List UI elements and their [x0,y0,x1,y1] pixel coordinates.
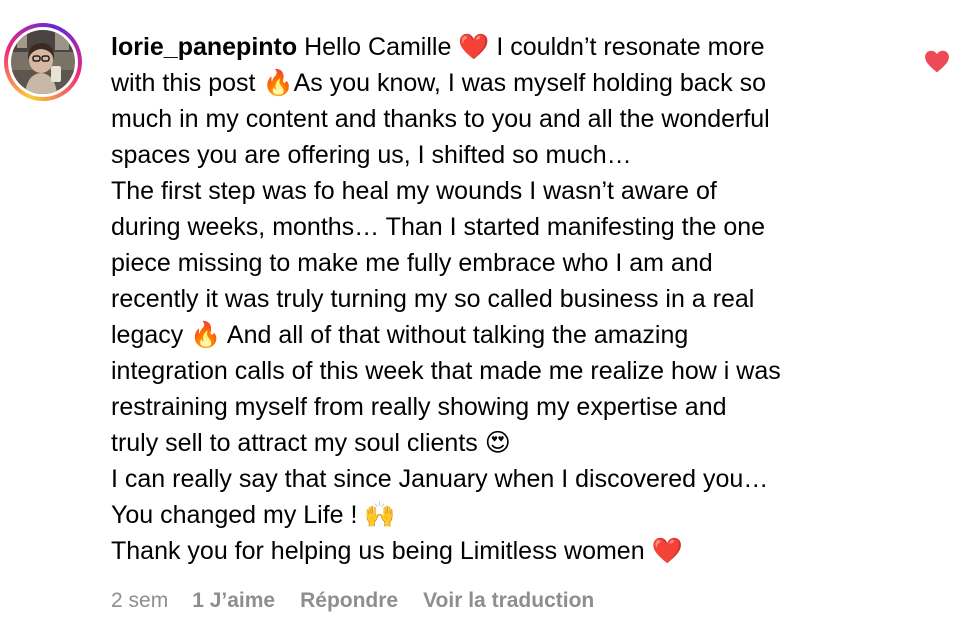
comment-line: I can really say that since January when… [111,465,769,493]
comment-meta: 2 sem 1 J’aime Répondre Voir la traducti… [111,589,619,613]
comment-line: during weeks, months… Than I started man… [111,213,766,241]
comment-line: Thank you for helping us being Limitless… [111,537,683,565]
comment-line: spaces you are offering us, I shifted so… [111,141,632,169]
comment-timestamp[interactable]: 2 sem [111,589,168,613]
comment-text: lorie_panepinto Hello Camille ❤️ I could… [111,29,901,569]
comment: lorie_panepinto Hello Camille ❤️ I could… [0,0,958,638]
likes-count-button[interactable]: 1 J’aime [192,589,275,613]
avatar[interactable] [4,23,82,101]
heart-icon[interactable] [924,49,950,73]
comment-line: piece missing to make me fully embrace w… [111,249,713,277]
see-translation-button[interactable]: Voir la traduction [423,589,594,613]
comment-line: You changed my Life ! 🙌 [111,501,396,529]
comment-line: much in my content and thanks to you and… [111,105,770,133]
comment-line: lorie_panepinto Hello Camille ❤️ I could… [111,29,901,65]
comment-line: The first step was fo heal my wounds I w… [111,177,717,205]
avatar-border [8,27,78,97]
comment-line: recently it was truly turning my so call… [111,285,755,313]
reply-button[interactable]: Répondre [300,589,398,613]
comment-line: restraining myself from really showing m… [111,393,727,421]
comment-line-text: Hello Camille ❤️ I couldn’t resonate mor… [304,33,765,61]
username[interactable]: lorie_panepinto [111,33,297,61]
comment-line: truly sell to attract my soul clients 😍 [111,429,511,457]
comment-line: legacy 🔥 And all of that without talking… [111,321,689,349]
comment-line: with this post 🔥As you know, I was mysel… [111,69,767,97]
comment-line: integration calls of this week that made… [111,357,781,385]
avatar-photo [11,30,75,94]
